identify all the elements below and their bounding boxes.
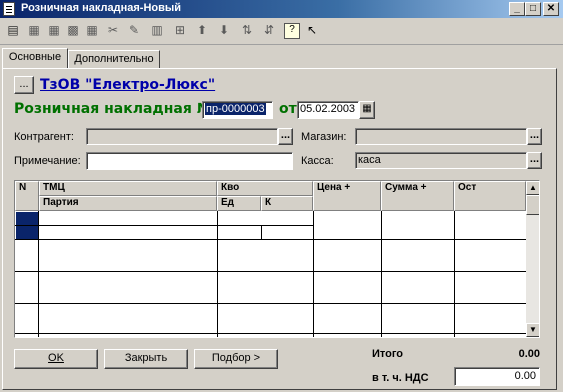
col-header-tmc[interactable]: ТМЦ xyxy=(39,181,217,196)
col-header-qty[interactable]: Кво xyxy=(217,181,313,196)
ok-button-label: OK xyxy=(48,352,64,364)
help-icon[interactable]: ? xyxy=(284,23,300,39)
edit-row-icon[interactable]: ▦ xyxy=(27,23,41,37)
total-value: 0.00 xyxy=(518,348,540,360)
col-header-unit[interactable]: Ед xyxy=(217,196,261,211)
table-icon[interactable]: ▦ xyxy=(85,23,99,37)
minimize-button[interactable]: _ xyxy=(509,2,525,16)
tab-additional[interactable]: Дополнительно xyxy=(68,50,160,68)
arrow-down-icon: ▼ xyxy=(529,325,537,334)
grid-hline xyxy=(15,333,526,334)
sort-asc-icon[interactable]: ⇅ xyxy=(240,23,254,37)
vat-label: в т. ч. НДС xyxy=(372,372,429,384)
vat-value-field[interactable]: 0.00 xyxy=(454,367,540,386)
cash-field[interactable]: каса xyxy=(355,152,527,169)
window-title: Розничная накладная-Новый xyxy=(21,2,182,14)
move-down-icon[interactable]: ⬇ xyxy=(217,23,231,37)
scroll-up-button[interactable]: ▲ xyxy=(526,181,539,195)
grid-vline xyxy=(454,211,455,337)
store-select-button[interactable]: ... xyxy=(527,128,542,145)
maximize-button[interactable]: □ xyxy=(525,2,541,16)
calendar-button[interactable]: ▦ xyxy=(359,101,375,119)
cut-icon[interactable]: ✂ xyxy=(106,23,120,37)
delete-row-icon[interactable]: ▩ xyxy=(66,23,80,37)
grid-hline xyxy=(15,271,526,272)
cash-select-button[interactable]: ... xyxy=(527,152,542,169)
grid-vline xyxy=(381,211,382,337)
selection-button[interactable]: Подбор > xyxy=(194,349,278,369)
grid-vline xyxy=(217,211,218,337)
counterparty-field[interactable] xyxy=(86,128,278,145)
sort-desc-icon[interactable]: ⇵ xyxy=(262,23,276,37)
date-field[interactable]: 05.02.2003 xyxy=(297,101,359,119)
calendar-icon: ▦ xyxy=(362,103,372,114)
note-label: Примечание: xyxy=(14,155,81,167)
doc-title-label: Розничная накладная № xyxy=(14,101,214,117)
move-up-icon[interactable]: ⬆ xyxy=(195,23,209,37)
pointer-help-icon[interactable]: ↖ xyxy=(305,23,319,37)
edit-icon[interactable]: ✎ xyxy=(127,23,141,37)
col-header-party[interactable]: Партия xyxy=(39,196,217,211)
store-label: Магазин: xyxy=(301,131,347,143)
ok-button[interactable]: OK xyxy=(14,349,98,369)
title-bar: Розничная накладная-Новый _ □ ✕ xyxy=(0,0,563,18)
close-button[interactable]: ✕ xyxy=(543,2,559,16)
col-header-n[interactable]: N xyxy=(15,181,39,211)
note-field[interactable] xyxy=(86,152,293,170)
tab-main[interactable]: Основные xyxy=(2,48,68,68)
col-header-k[interactable]: К xyxy=(261,196,313,211)
total-label: Итого xyxy=(372,348,404,360)
grid-hline xyxy=(15,239,526,240)
document-icon xyxy=(3,2,15,16)
doc-number-field[interactable]: пр-0000003 xyxy=(202,101,273,119)
grid-vline xyxy=(261,225,262,239)
copy-row-icon[interactable]: ▦ xyxy=(47,23,61,37)
grid-vline xyxy=(38,211,39,337)
insert-icon[interactable]: ▥ xyxy=(150,23,164,37)
toolbar: ▤ ▦ ▦ ▩ ▦ ✂ ✎ ▥ ⊞ ⬆ ⬇ ⇅ ⇵ ? ↖ xyxy=(0,18,563,45)
grid-hline xyxy=(15,303,526,304)
new-row-icon[interactable]: ▤ xyxy=(6,23,20,37)
close-form-button[interactable]: Закрыть xyxy=(104,349,188,369)
doc-number-value: пр-0000003 xyxy=(205,103,266,115)
counterparty-select-button[interactable]: ... xyxy=(278,128,293,145)
counterparty-label: Контрагент: xyxy=(14,131,74,143)
table-scrollbar[interactable]: ▲ ▼ xyxy=(526,181,539,337)
grid-hline xyxy=(15,225,313,226)
grid-vline xyxy=(313,211,314,337)
date-prefix-label: от xyxy=(279,101,297,117)
col-header-rest[interactable]: Ост xyxy=(454,181,526,211)
col-header-sum[interactable]: Сумма + xyxy=(381,181,454,211)
arrow-up-icon: ▲ xyxy=(529,183,537,192)
cash-label: Касса: xyxy=(301,155,334,167)
grid-icon[interactable]: ⊞ xyxy=(173,23,187,37)
store-field[interactable] xyxy=(355,128,527,145)
scroll-thumb[interactable] xyxy=(526,195,539,215)
firm-name-link[interactable]: ТзОВ "Електро-Люкс" xyxy=(40,77,215,93)
col-header-price[interactable]: Цена + xyxy=(313,181,381,211)
items-table[interactable]: N ТМЦ Партия Кво Ед К Цена + Сумма + Ост… xyxy=(14,180,540,338)
scroll-down-button[interactable]: ▼ xyxy=(526,323,539,337)
firm-select-button[interactable]: ... xyxy=(14,76,34,94)
